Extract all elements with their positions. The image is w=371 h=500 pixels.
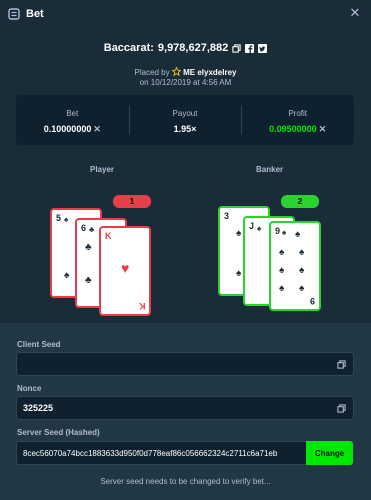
player-score-badge: 1: [113, 195, 151, 208]
star-icon: [171, 66, 182, 77]
card-rank-bottom: 9: [309, 296, 315, 306]
bet-slip-icon: [8, 8, 20, 20]
spade-icon: ♠: [295, 229, 301, 240]
nonce-value: 325225: [23, 403, 54, 413]
nonce-field[interactable]: 325225: [16, 396, 354, 420]
payout-value: 1.95×: [173, 124, 197, 134]
card-rank: J: [249, 221, 255, 231]
bet-amount-stat: Bet 0.10000000 ✕: [16, 95, 129, 145]
profit-label: Profit: [288, 109, 308, 118]
currency-icon: ✕: [318, 124, 327, 134]
verify-notice: Server seed needs to be changed to verif…: [100, 477, 271, 486]
banker-score-badge: 2: [281, 195, 319, 208]
club-icon: ♣: [85, 242, 92, 253]
card-rank: 3: [224, 211, 230, 221]
card-rank: 9: [275, 226, 281, 236]
spade-icon: ♠: [279, 265, 285, 276]
player-card-3: K ♥ K: [99, 226, 151, 316]
bet-stats: Bet 0.10000000 ✕ Payout 1.95× Profit 0.09…: [16, 95, 354, 145]
placed-by: Placed by ME elyxdelrey: [0, 66, 371, 77]
copy-icon[interactable]: [337, 404, 346, 413]
nonce-label: Nonce: [17, 384, 42, 393]
card-rank-bottom: K: [138, 301, 146, 311]
copy-icon[interactable]: [337, 360, 346, 369]
banker-label: Banker: [256, 165, 284, 174]
spade-icon: ♠: [279, 247, 285, 258]
server-seed-value: 8cec56070a74bcc1883633d950f0d778eaf86c05…: [23, 448, 278, 458]
bet-id: 9,978,627,882: [157, 42, 229, 54]
copy-icon[interactable]: [232, 43, 241, 53]
spade-icon: ♠: [282, 228, 287, 237]
club-icon: ♣: [89, 225, 95, 234]
payout-stat: Payout 1.95×: [128, 95, 242, 145]
bet-value: 0.10000000: [43, 124, 92, 134]
spade-icon: ♠: [257, 224, 262, 233]
user-rank: ME: [183, 68, 196, 77]
spade-icon: ♠: [299, 265, 305, 276]
bet-date: on 10/12/2019 at 4:56 AM: [139, 78, 232, 87]
client-seed-field[interactable]: [16, 352, 354, 376]
close-icon[interactable]: ✕: [349, 6, 361, 19]
payout-label: Payout: [172, 109, 198, 118]
card-rank: 5: [56, 213, 62, 223]
club-icon: ♣: [85, 275, 92, 286]
profit-stat: Profit 0.09500000 ✕: [241, 95, 354, 145]
change-seed-button[interactable]: Change: [306, 441, 353, 465]
card-rank: K: [105, 231, 112, 241]
placed-by-label: Placed by: [134, 68, 170, 77]
profit-value-row: 0.09500000 ✕: [241, 124, 354, 135]
player-label: Player: [90, 165, 115, 174]
spade-icon: ♠: [64, 215, 69, 224]
client-seed-label: Client Seed: [17, 340, 61, 349]
card-rank: 6: [81, 223, 87, 233]
bet-title: Baccarat: 9,978,627,882: [0, 42, 371, 54]
spade-icon: ♠: [279, 283, 285, 294]
banker-card-3: 9 ♠ ♠ ♠ ♠ ♠ ♠ ♠ ♠ 9: [269, 221, 321, 311]
currency-icon: ✕: [93, 124, 101, 134]
modal-header: Bet ✕: [0, 0, 371, 28]
bet-value-row: 0.10000000 ✕: [16, 124, 129, 135]
spade-icon: ♠: [299, 247, 305, 258]
spade-icon: ♠: [299, 283, 305, 294]
facebook-icon[interactable]: [245, 43, 255, 53]
username-link[interactable]: elyxdelrey: [197, 68, 236, 77]
twitter-icon[interactable]: [258, 43, 268, 53]
server-seed-label: Server Seed (Hashed): [17, 428, 100, 437]
profit-value: 0.09500000: [269, 124, 317, 134]
spade-icon: ♠: [236, 268, 242, 279]
heart-icon: ♥: [121, 260, 130, 276]
game-name: Baccarat:: [103, 42, 154, 54]
server-seed-field[interactable]: 8cec56070a74bcc1883633d950f0d778eaf86c05…: [16, 441, 354, 465]
bet-label: Bet: [66, 109, 79, 118]
spade-icon: ♠: [64, 270, 70, 281]
spade-icon: ♠: [236, 228, 242, 239]
modal-title: Bet: [26, 8, 44, 20]
